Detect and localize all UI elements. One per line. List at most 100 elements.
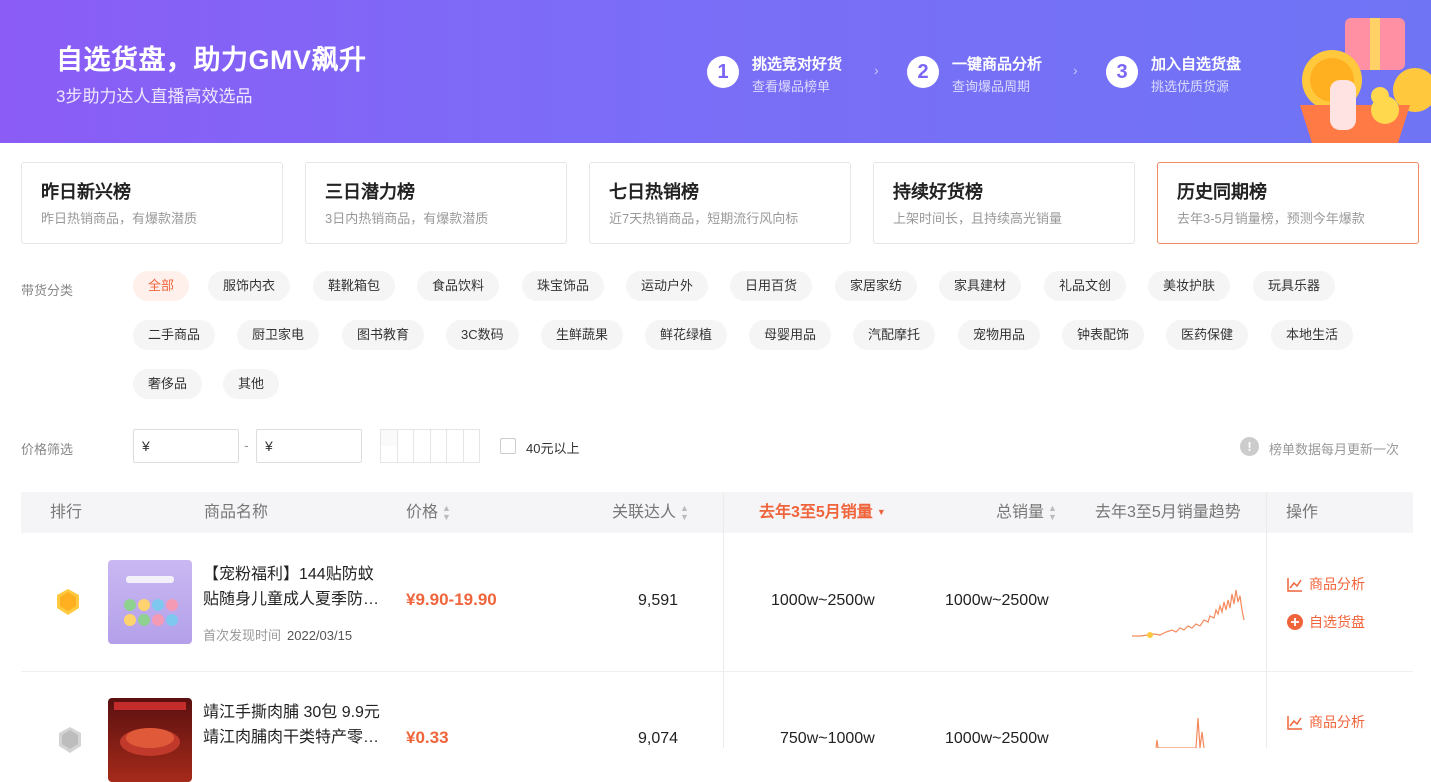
price-preset-segment[interactable] bbox=[414, 430, 431, 462]
col-sales-period-label: 去年3至5月销量 bbox=[759, 504, 873, 521]
product-name[interactable]: 靖江手撕肉脯 30包 9.9元 靖江肉脯肉干类特产零… bbox=[203, 700, 393, 750]
rank-card-sustained[interactable]: 持续好货榜 上架时间长，且持续高光销量 bbox=[873, 162, 1135, 244]
price-preset-segment[interactable] bbox=[398, 430, 414, 462]
step-desc: 查询爆品周期 bbox=[952, 79, 1031, 94]
period-sales: 750w~1000w bbox=[780, 730, 875, 747]
line-chart-icon bbox=[1287, 578, 1302, 592]
currency-prefix: ¥ bbox=[265, 438, 273, 454]
category-chip[interactable]: 全部 bbox=[133, 271, 190, 301]
category-chip[interactable]: 运动户外 bbox=[626, 271, 709, 301]
product-thumbnail[interactable] bbox=[108, 698, 192, 782]
add-to-pool-button[interactable]: 自选货盘 bbox=[1287, 612, 1365, 632]
category-chip[interactable]: 玩具乐器 bbox=[1253, 271, 1336, 301]
product-analysis-label: 商品分析 bbox=[1309, 714, 1365, 730]
shopping-cart-illustration-icon bbox=[1300, 18, 1431, 143]
price-preset-segment[interactable] bbox=[431, 430, 447, 462]
col-price-label: 价格 bbox=[406, 504, 439, 521]
price-min-input[interactable]: ¥ bbox=[133, 429, 239, 463]
step-number: 3 bbox=[1106, 56, 1138, 88]
category-chip[interactable]: 二手商品 bbox=[133, 320, 216, 350]
category-chip[interactable]: 图书教育 bbox=[342, 320, 425, 350]
price-filter-label: 价格筛选 bbox=[21, 442, 74, 457]
category-chip[interactable]: 服饰内衣 bbox=[208, 271, 291, 301]
category-chip[interactable]: 3C数码 bbox=[446, 320, 519, 350]
col-ops: 操作 bbox=[1286, 504, 1319, 521]
step-number: 1 bbox=[707, 56, 739, 88]
price-range-presets[interactable] bbox=[380, 429, 480, 463]
category-chip[interactable]: 奢侈品 bbox=[133, 369, 203, 399]
category-chip[interactable]: 日用百货 bbox=[730, 271, 813, 301]
sort-icon: ▲ ▼ bbox=[680, 502, 689, 522]
rank-card-historical[interactable]: 历史同期榜 去年3-5月销量榜，预测今年爆款 bbox=[1157, 162, 1419, 244]
sales-trend-sparkline bbox=[1155, 717, 1205, 748]
column-divider bbox=[723, 492, 724, 748]
category-chip[interactable]: 珠宝饰品 bbox=[522, 271, 605, 301]
product-analysis-label: 商品分析 bbox=[1309, 576, 1365, 592]
product-analysis-button[interactable]: 商品分析 bbox=[1287, 574, 1365, 594]
column-divider bbox=[1266, 492, 1267, 748]
over-40-checkbox[interactable] bbox=[500, 438, 516, 454]
price-preset-segment[interactable] bbox=[381, 430, 398, 462]
col-sales-period[interactable]: 去年3至5月销量 ▼ bbox=[759, 492, 886, 533]
col-total-sales-label: 总销量 bbox=[996, 504, 1045, 521]
first-seen-date: 2022/03/15 bbox=[287, 628, 353, 643]
rank-card-desc: 昨日热销商品，有爆款潜质 bbox=[41, 211, 198, 226]
chevron-right-icon: › bbox=[1073, 62, 1078, 78]
category-chip[interactable]: 本地生活 bbox=[1271, 320, 1354, 350]
row-divider bbox=[21, 671, 1413, 672]
price-max-input[interactable]: ¥ bbox=[256, 429, 362, 463]
category-chip[interactable]: 家具建材 bbox=[939, 271, 1022, 301]
category-chip[interactable]: 汽配摩托 bbox=[853, 320, 936, 350]
product-name-line2: 靖江肉脯肉干类特产零… bbox=[203, 729, 380, 746]
product-price: ¥9.90-19.90 bbox=[406, 590, 497, 609]
col-price[interactable]: 价格 ▲ ▼ bbox=[406, 492, 451, 533]
rank-card-title: 昨日新兴榜 bbox=[41, 182, 131, 202]
col-talents-label: 关联达人 bbox=[612, 504, 677, 521]
over-40-label: 40元以上 bbox=[526, 441, 580, 456]
category-chip[interactable]: 食品饮料 bbox=[417, 271, 500, 301]
category-chip[interactable]: 其他 bbox=[223, 369, 280, 399]
rank-card-title: 三日潜力榜 bbox=[325, 182, 415, 202]
category-chip[interactable]: 厨卫家电 bbox=[237, 320, 320, 350]
first-seen: 首次发现时间 2022/03/15 bbox=[203, 625, 352, 644]
category-chip[interactable]: 医药保健 bbox=[1166, 320, 1249, 350]
rank-card-desc: 去年3-5月销量榜，预测今年爆款 bbox=[1177, 211, 1365, 226]
sales-trend-sparkline bbox=[1132, 589, 1245, 638]
category-chip[interactable]: 家居家纺 bbox=[835, 271, 918, 301]
banner-subtitle: 3步助力达人直播高效选品 bbox=[56, 87, 253, 106]
step-desc: 挑选优质货源 bbox=[1151, 79, 1230, 94]
category-chip[interactable]: 母婴用品 bbox=[749, 320, 832, 350]
step-title: 一键商品分析 bbox=[952, 56, 1043, 73]
category-chip[interactable]: 鞋靴箱包 bbox=[313, 271, 396, 301]
rank-card-yesterday[interactable]: 昨日新兴榜 昨日热销商品，有爆款潜质 bbox=[21, 162, 283, 244]
col-total-sales[interactable]: 总销量 ▲ ▼ bbox=[996, 492, 1057, 533]
col-talents[interactable]: 关联达人 ▲ ▼ bbox=[612, 492, 689, 533]
range-dash: - bbox=[244, 437, 249, 453]
category-chip[interactable]: 钟表配饰 bbox=[1062, 320, 1145, 350]
category-chip[interactable]: 宠物用品 bbox=[958, 320, 1041, 350]
update-notice: 榜单数据每月更新一次 bbox=[1269, 442, 1400, 457]
category-chip[interactable]: 美妆护肤 bbox=[1148, 271, 1231, 301]
rank-card-desc: 3日内热销商品，有爆款潜质 bbox=[325, 211, 489, 226]
product-analysis-button[interactable]: 商品分析 bbox=[1287, 712, 1365, 732]
rank-card-three-day[interactable]: 三日潜力榜 3日内热销商品，有爆款潜质 bbox=[305, 162, 567, 244]
price-preset-segment[interactable] bbox=[464, 430, 480, 462]
product-name-line1: 【宠粉福利】144贴防蚊 bbox=[203, 566, 374, 583]
banner-title: 自选货盘，助力GMV飙升 bbox=[56, 45, 367, 75]
product-name[interactable]: 【宠粉福利】144贴防蚊 贴随身儿童成人夏季防… bbox=[203, 562, 393, 612]
category-chip[interactable]: 礼品文创 bbox=[1044, 271, 1127, 301]
period-sales: 1000w~2500w bbox=[771, 592, 875, 609]
step-title: 挑选竞对好货 bbox=[752, 56, 843, 73]
step-title: 加入自选货盘 bbox=[1151, 56, 1242, 73]
silver-medal-icon bbox=[57, 726, 83, 754]
add-to-pool-label: 自选货盘 bbox=[1309, 614, 1365, 630]
rank-card-seven-day[interactable]: 七日热销榜 近7天热销商品，短期流行风向标 bbox=[589, 162, 851, 244]
price-preset-segment[interactable] bbox=[447, 430, 464, 462]
sort-icon: ▲ ▼ bbox=[1048, 502, 1057, 522]
rank-card-title: 持续好货榜 bbox=[893, 182, 983, 202]
category-chip[interactable]: 生鲜蔬果 bbox=[541, 320, 624, 350]
total-sales: 1000w~2500w bbox=[945, 730, 1049, 747]
product-thumbnail[interactable] bbox=[108, 560, 192, 644]
rank-card-desc: 近7天热销商品，短期流行风向标 bbox=[609, 211, 799, 226]
category-chip[interactable]: 鲜花绿植 bbox=[645, 320, 728, 350]
